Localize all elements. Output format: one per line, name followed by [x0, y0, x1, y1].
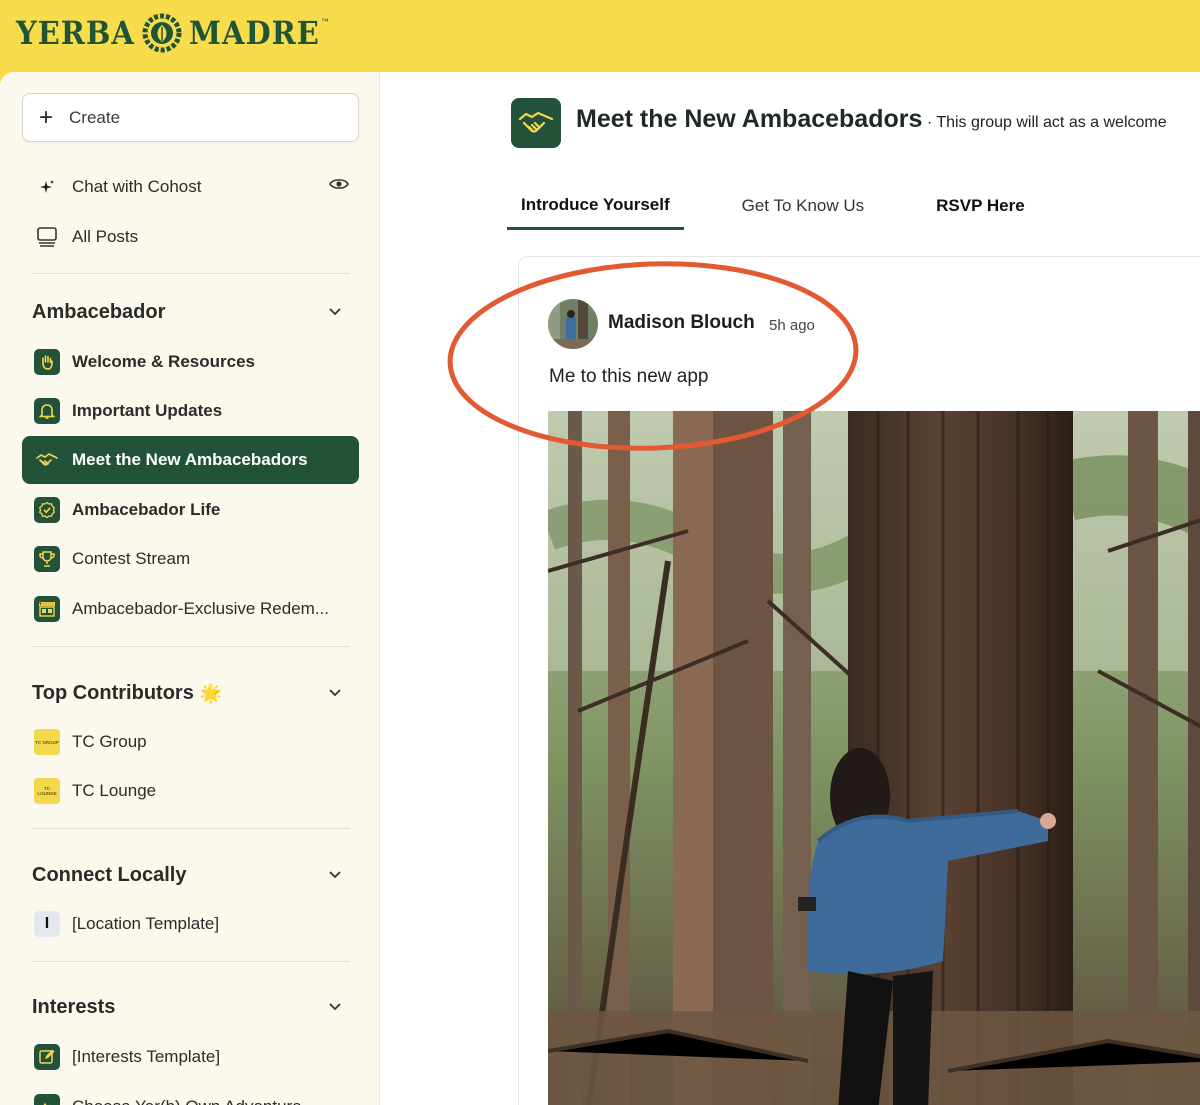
section-title: Connect Locally [32, 863, 187, 886]
divider [31, 828, 350, 829]
bell-icon [34, 398, 60, 424]
letter-i-icon: I [34, 911, 60, 937]
sidebar-item-label: Important Updates [72, 401, 223, 420]
section-header-interests[interactable]: Interests [32, 992, 342, 1022]
sidebar-item-label: Ambacebador-Exclusive Redem... [72, 599, 330, 618]
section-header-top-contributors[interactable]: Top Contributors 🌟 [32, 678, 342, 708]
group-name: Meet the New Ambacebadors [576, 105, 923, 133]
sidebar-item-label: Welcome & Resources [72, 352, 255, 371]
sidebar-item-label: All Posts [72, 227, 139, 246]
section-title: Top Contributors 🌟 [32, 682, 222, 705]
eye-icon[interactable] [329, 177, 349, 196]
star-emoji-icon: 🌟 [199, 682, 223, 703]
tc-lounge-icon: TC LOUNGE [34, 778, 60, 804]
sidebar-item-meet-new-ambacebadors[interactable]: Meet the New Ambacebadors [22, 436, 359, 484]
trophy-icon [34, 546, 60, 572]
tab-rsvp-here[interactable]: RSVP Here [922, 182, 1039, 230]
sidebar-item-chat-with-cohost[interactable]: Chat with Cohost [22, 163, 359, 211]
section-title: Ambacebador [32, 300, 166, 323]
sidebar-item-exclusive-redemptions[interactable]: Ambacebador-Exclusive Redem... [22, 585, 359, 633]
app-shell: + Create Chat with Cohost All Posts Amba… [0, 72, 1200, 1105]
leaf-crest-icon [142, 13, 182, 53]
chevron-down-icon [328, 866, 342, 884]
section-title-text: Top Contributors [32, 681, 194, 704]
divider [31, 273, 350, 274]
brand-word-right: MADRE [188, 14, 320, 52]
top-bar: YERBA MADRE ™ [0, 0, 1200, 72]
main-content: Meet the New Ambacebadors · This group w… [381, 72, 1200, 1105]
sidebar-item-label: TC Lounge [72, 781, 157, 800]
sidebar-item-label: Choose Yer(b) Own Adventure [72, 1097, 302, 1105]
tab-get-to-know-us[interactable]: Get To Know Us [728, 182, 879, 230]
create-button[interactable]: + Create [22, 93, 359, 142]
post-timestamp: 5h ago [769, 317, 815, 334]
tc-group-icon: TC GROUP [34, 729, 60, 755]
sidebar-item-important-updates[interactable]: Important Updates [22, 387, 359, 435]
divider [31, 961, 350, 962]
sidebar-item-ambacebador-life[interactable]: Ambacebador Life [22, 486, 359, 534]
sidebar-item-label: Ambacebador Life [72, 500, 221, 519]
tab-introduce-yourself[interactable]: Introduce Yourself [507, 182, 684, 230]
sparkle-icon [34, 174, 60, 200]
divider [31, 646, 350, 647]
sidebar-item-location-template[interactable]: I [Location Template] [22, 900, 359, 948]
avatar[interactable] [548, 299, 598, 349]
post-body: Me to this new app [549, 366, 709, 387]
plus-icon: + [39, 103, 54, 131]
sidebar-item-label: TC Group [72, 732, 147, 751]
group-handshake-icon [511, 98, 561, 148]
brand-logo-link[interactable]: YERBA MADRE ™ [16, 12, 329, 54]
sidebar: + Create Chat with Cohost All Posts Amba… [0, 72, 380, 1105]
group-tabs: Introduce Yourself Get To Know Us RSVP H… [507, 182, 1083, 232]
sidebar-item-contest-stream[interactable]: Contest Stream [22, 535, 359, 583]
handshake-icon [34, 447, 60, 473]
post-author[interactable]: Madison Blouch [608, 312, 755, 334]
sidebar-item-interests-template[interactable]: [Interests Template] [22, 1033, 359, 1081]
post-card[interactable]: Madison Blouch 5h ago Me to this new app [518, 256, 1200, 1105]
sidebar-item-label: Contest Stream [72, 549, 191, 568]
sidebar-item-label: Chat with Cohost [72, 177, 202, 196]
trademark-mark: ™ [320, 16, 329, 26]
sidebar-item-label: Meet the New Ambacebadors [72, 450, 308, 469]
chevron-down-icon [328, 998, 342, 1016]
mountain-icon [34, 1094, 60, 1105]
sidebar-item-choose-adventure[interactable]: Choose Yer(b) Own Adventure [22, 1083, 359, 1105]
sidebar-item-label: [Interests Template] [72, 1047, 221, 1066]
sidebar-item-tc-group[interactable]: TC GROUP TC Group [22, 718, 359, 766]
waving-hand-icon [34, 349, 60, 375]
section-header-connect-locally[interactable]: Connect Locally [32, 860, 342, 890]
group-description: · This group will act as a welcome [922, 114, 1167, 131]
post-photo-tree-hug[interactable] [548, 411, 1200, 1105]
chevron-down-icon [328, 303, 342, 321]
section-title: Interests [32, 995, 116, 1018]
sidebar-item-welcome-resources[interactable]: Welcome & Resources [22, 338, 359, 386]
sidebar-item-all-posts[interactable]: All Posts [22, 213, 359, 261]
create-label: Create [69, 107, 121, 127]
verified-badge-icon [34, 497, 60, 523]
edit-icon [34, 1044, 60, 1070]
store-icon [34, 596, 60, 622]
sidebar-item-label: [Location Template] [72, 914, 220, 933]
section-header-ambacebador[interactable]: Ambacebador [32, 297, 342, 327]
posts-stack-icon [34, 224, 60, 250]
sidebar-item-tc-lounge[interactable]: TC LOUNGE TC Lounge [22, 767, 359, 815]
group-header: Meet the New Ambacebadors · This group w… [576, 105, 1167, 134]
chevron-down-icon [328, 684, 342, 702]
brand-word-left: YERBA [16, 14, 135, 52]
